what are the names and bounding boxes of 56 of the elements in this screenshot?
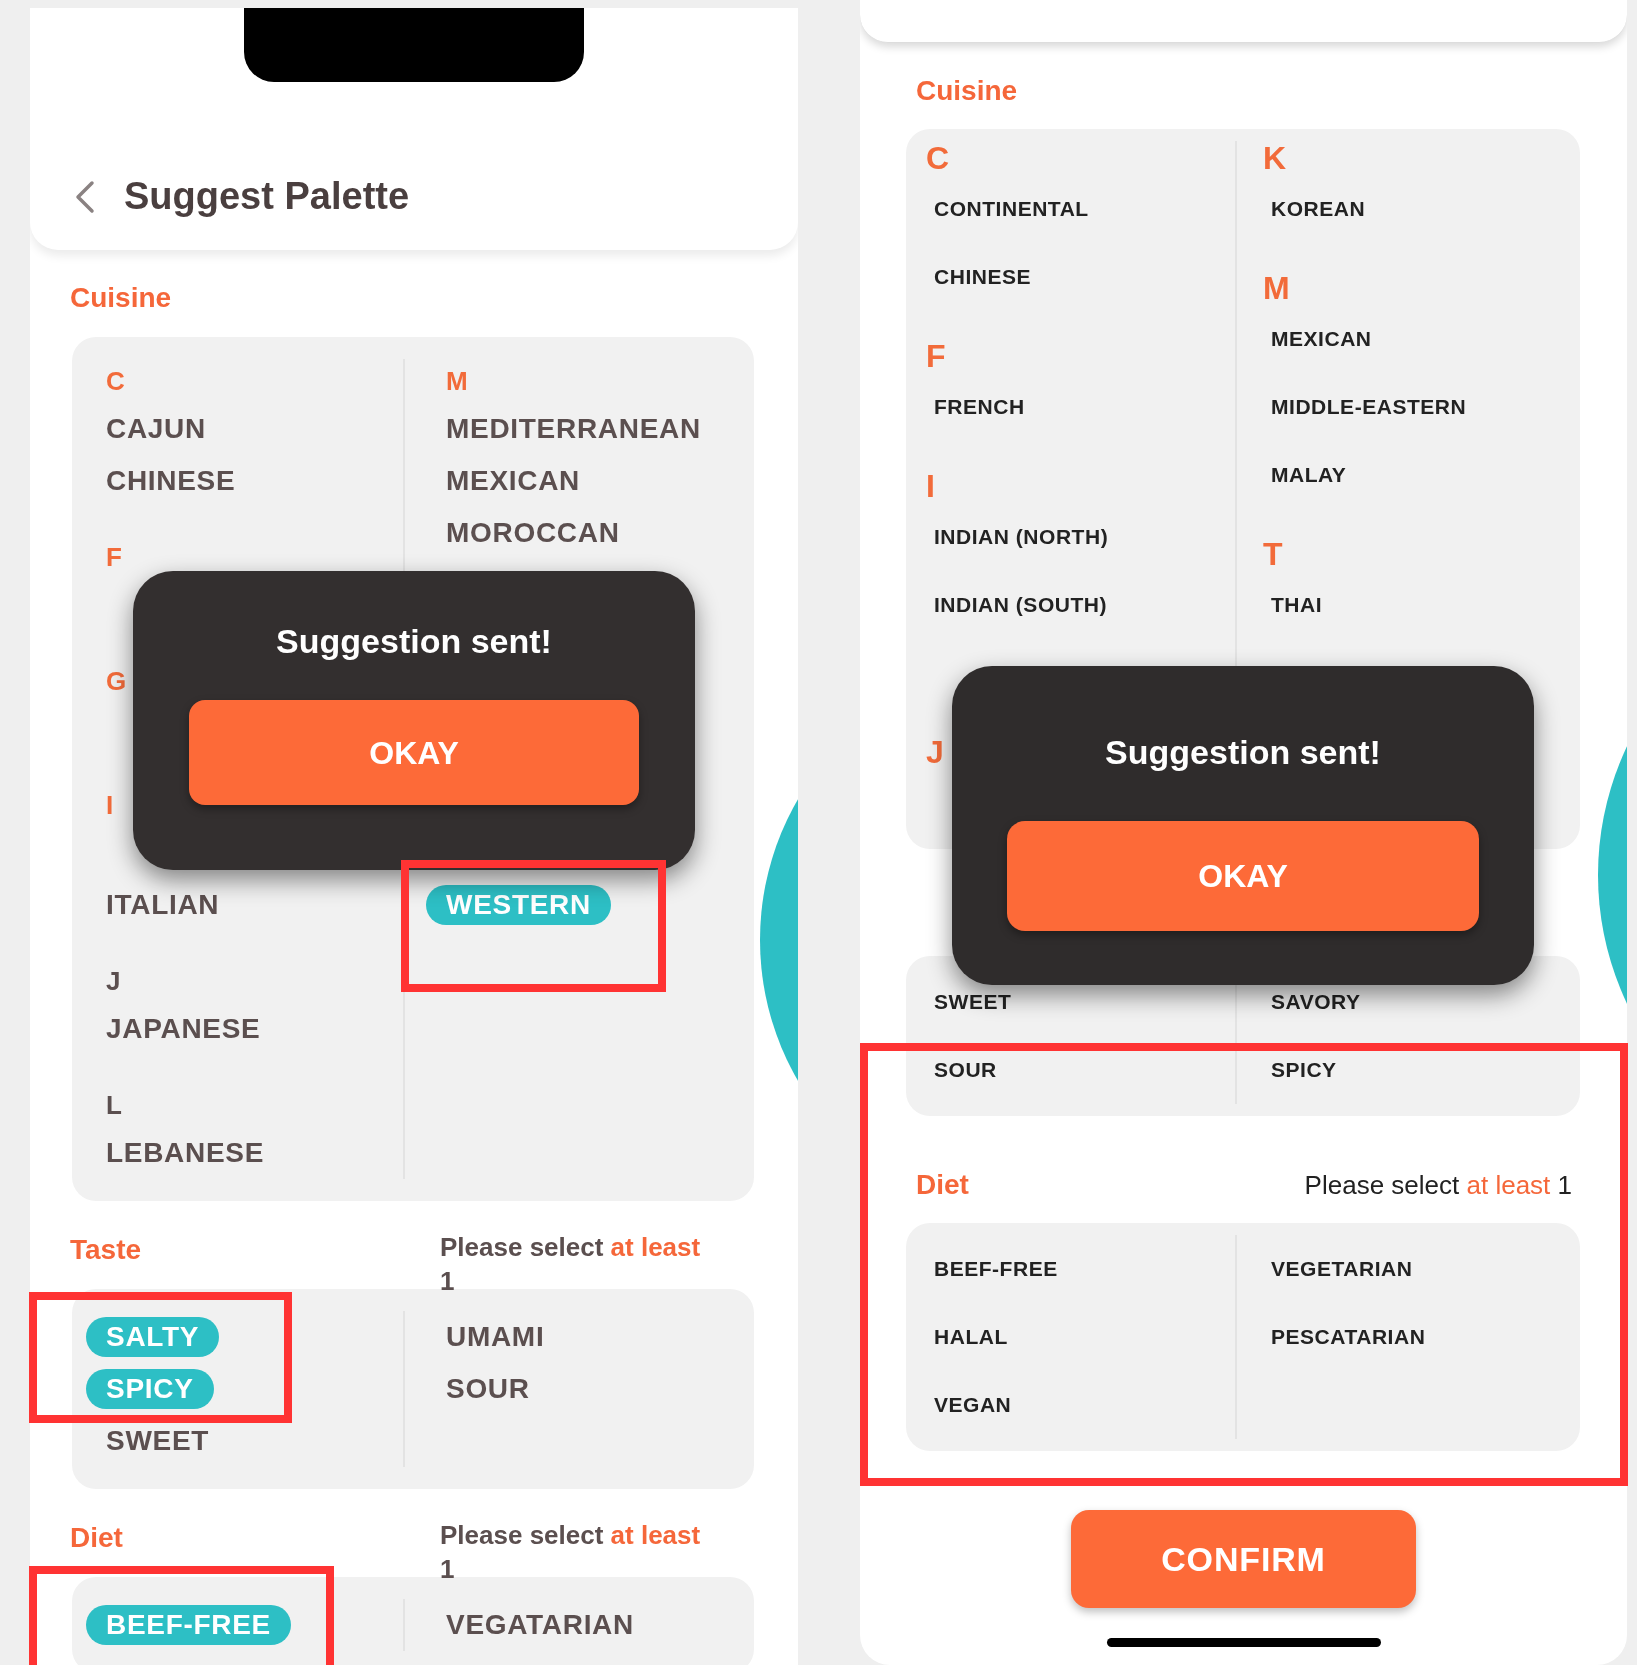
option-chip[interactable]: CAJUN — [86, 408, 226, 450]
group-letter: M — [1263, 269, 1290, 308]
page-title: Suggest Palette — [124, 174, 410, 219]
option-chip[interactable]: VEGAN — [926, 1389, 1020, 1421]
option-chip[interactable]: SPICY — [1263, 1054, 1345, 1086]
group-letter: J — [926, 733, 944, 772]
option-chip[interactable]: MEXICAN — [426, 460, 601, 502]
hint-text: Please select at least 1 — [1304, 1168, 1572, 1202]
group-letter: M — [446, 364, 468, 398]
section-label: Cuisine — [916, 74, 1018, 108]
option-chip[interactable]: UMAMI — [426, 1316, 565, 1358]
option-chip[interactable]: MEDITERRANEAN — [426, 408, 721, 450]
option-chip[interactable]: CHINESE — [926, 261, 1040, 293]
section-label: Taste — [70, 1233, 143, 1267]
section-label: Diet — [916, 1168, 969, 1202]
group-letter: I — [106, 788, 114, 822]
option-chip[interactable]: THAI — [1263, 589, 1331, 621]
option-chip[interactable]: HALAL — [926, 1321, 1016, 1353]
option-chip[interactable]: INDIAN (SOUTH) — [926, 589, 1115, 621]
group-letter: G — [106, 664, 127, 698]
option-chip[interactable]: JAPANESE — [86, 1008, 281, 1050]
option-chip[interactable]: MEXICAN — [1263, 323, 1380, 355]
group-letter: I — [926, 467, 935, 506]
group-letter: C — [926, 139, 950, 178]
option-chip[interactable]: FRENCH — [926, 391, 1033, 423]
group-letter: J — [106, 964, 121, 998]
hint-text: Please select at least 1 — [440, 1231, 702, 1298]
option-chip[interactable]: MIDDLE-EASTERN — [1263, 391, 1475, 423]
group-letter: F — [106, 540, 122, 574]
option-chip[interactable]: SWEET — [926, 986, 1020, 1018]
group-letter: K — [1263, 139, 1287, 178]
option-chip[interactable]: MALAY — [1263, 459, 1355, 491]
group-letter: C — [106, 364, 125, 398]
group-letter: T — [1263, 535, 1283, 574]
option-chip[interactable]: ITALIAN — [86, 884, 240, 926]
dialog-title: Suggestion sent! — [276, 621, 552, 661]
option-chip[interactable]: CHINESE — [86, 460, 256, 502]
option-chip[interactable]: VEGETARIAN — [1263, 1253, 1421, 1285]
option-chip[interactable]: SAVORY — [1263, 986, 1369, 1018]
option-chip[interactable]: LEBANESE — [86, 1132, 285, 1174]
section-label: Diet — [70, 1521, 124, 1555]
dialog-title: Suggestion sent! — [1105, 732, 1381, 772]
group-letter: F — [926, 337, 946, 376]
option-chip[interactable]: SOUR — [926, 1054, 1005, 1086]
option-chip[interactable]: CONTINENTAL — [926, 193, 1097, 225]
option-chip[interactable]: SOUR — [426, 1368, 550, 1410]
hint-text: Please select at least 1 — [440, 1519, 702, 1586]
option-chip[interactable]: SWEET — [86, 1420, 230, 1462]
option-chip[interactable]: KOREAN — [1263, 193, 1374, 225]
option-chip[interactable]: PESCATARIAN — [1263, 1321, 1434, 1353]
group-letter: L — [106, 1088, 122, 1122]
option-chip[interactable]: VEGATARIAN — [426, 1604, 654, 1646]
option-chip[interactable]: MOROCCAN — [426, 512, 640, 554]
option-chip[interactable]: BEEF-FREE — [926, 1253, 1066, 1285]
section-label: Cuisine — [70, 281, 173, 315]
option-chip[interactable]: INDIAN (NORTH) — [926, 521, 1117, 553]
